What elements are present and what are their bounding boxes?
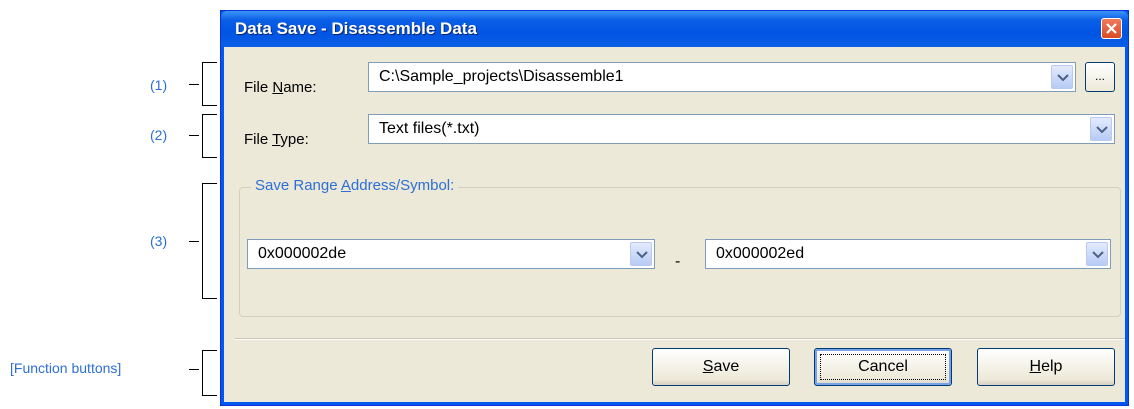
- end-address-value: 0x000002ed: [716, 245, 805, 262]
- start-address-combo[interactable]: 0x000002de: [247, 239, 655, 269]
- annotation-4-bracket: [202, 350, 217, 396]
- annotation-3: (3): [150, 233, 168, 249]
- annotation-1-bracket: [202, 62, 217, 106]
- end-address-combo[interactable]: 0x000002ed: [705, 239, 1111, 269]
- annotation-1-tick: [189, 84, 199, 85]
- start-address-value: 0x000002de: [258, 245, 347, 262]
- annotation-2: (2): [150, 127, 168, 143]
- file-name-label: File Name:: [244, 79, 317, 96]
- browse-button[interactable]: ...: [1085, 62, 1115, 92]
- focus-rect: [820, 354, 946, 380]
- chevron-down-icon: [1096, 126, 1108, 134]
- file-type-label: File Type:: [244, 131, 309, 148]
- annotation-3-bracket: [202, 183, 217, 299]
- file-type-combo[interactable]: Text files(*.txt): [368, 114, 1115, 144]
- annotation-3-tick: [189, 241, 199, 242]
- help-button[interactable]: Help: [977, 348, 1115, 386]
- chevron-down-icon: [636, 251, 648, 259]
- start-address-dropdown-button[interactable]: [630, 242, 652, 266]
- close-icon: [1106, 23, 1117, 34]
- annotation-function-buttons: [Function buttons]: [10, 360, 122, 376]
- file-name-dropdown-button[interactable]: [1051, 65, 1073, 89]
- chevron-down-icon: [1092, 251, 1104, 259]
- annotation-2-bracket: [202, 114, 217, 158]
- file-name-value: C:\Sample_projects\Disassemble1: [379, 68, 624, 85]
- chevron-down-icon: [1057, 74, 1069, 82]
- save-range-group-title: Save Range Address/Symbol:: [251, 177, 459, 194]
- annotation-2-tick: [189, 135, 199, 136]
- annotation-1: (1): [150, 77, 168, 93]
- range-separator: -: [675, 253, 681, 270]
- end-address-dropdown-button[interactable]: [1086, 242, 1108, 266]
- annotation-4-tick: [189, 369, 199, 370]
- window-title: Data Save - Disassemble Data: [235, 19, 477, 38]
- close-button[interactable]: [1101, 18, 1122, 39]
- separator-line: [235, 338, 1125, 340]
- title-bar[interactable]: Data Save - Disassemble Data: [221, 11, 1128, 47]
- file-type-value: Text files(*.txt): [379, 120, 480, 137]
- file-name-combo[interactable]: C:\Sample_projects\Disassemble1: [368, 62, 1076, 92]
- dialog-window: Data Save - Disassemble Data File Name: …: [220, 10, 1129, 406]
- file-type-dropdown-button[interactable]: [1090, 117, 1112, 141]
- save-button[interactable]: Save: [652, 348, 790, 386]
- cancel-button[interactable]: Cancel: [814, 348, 952, 386]
